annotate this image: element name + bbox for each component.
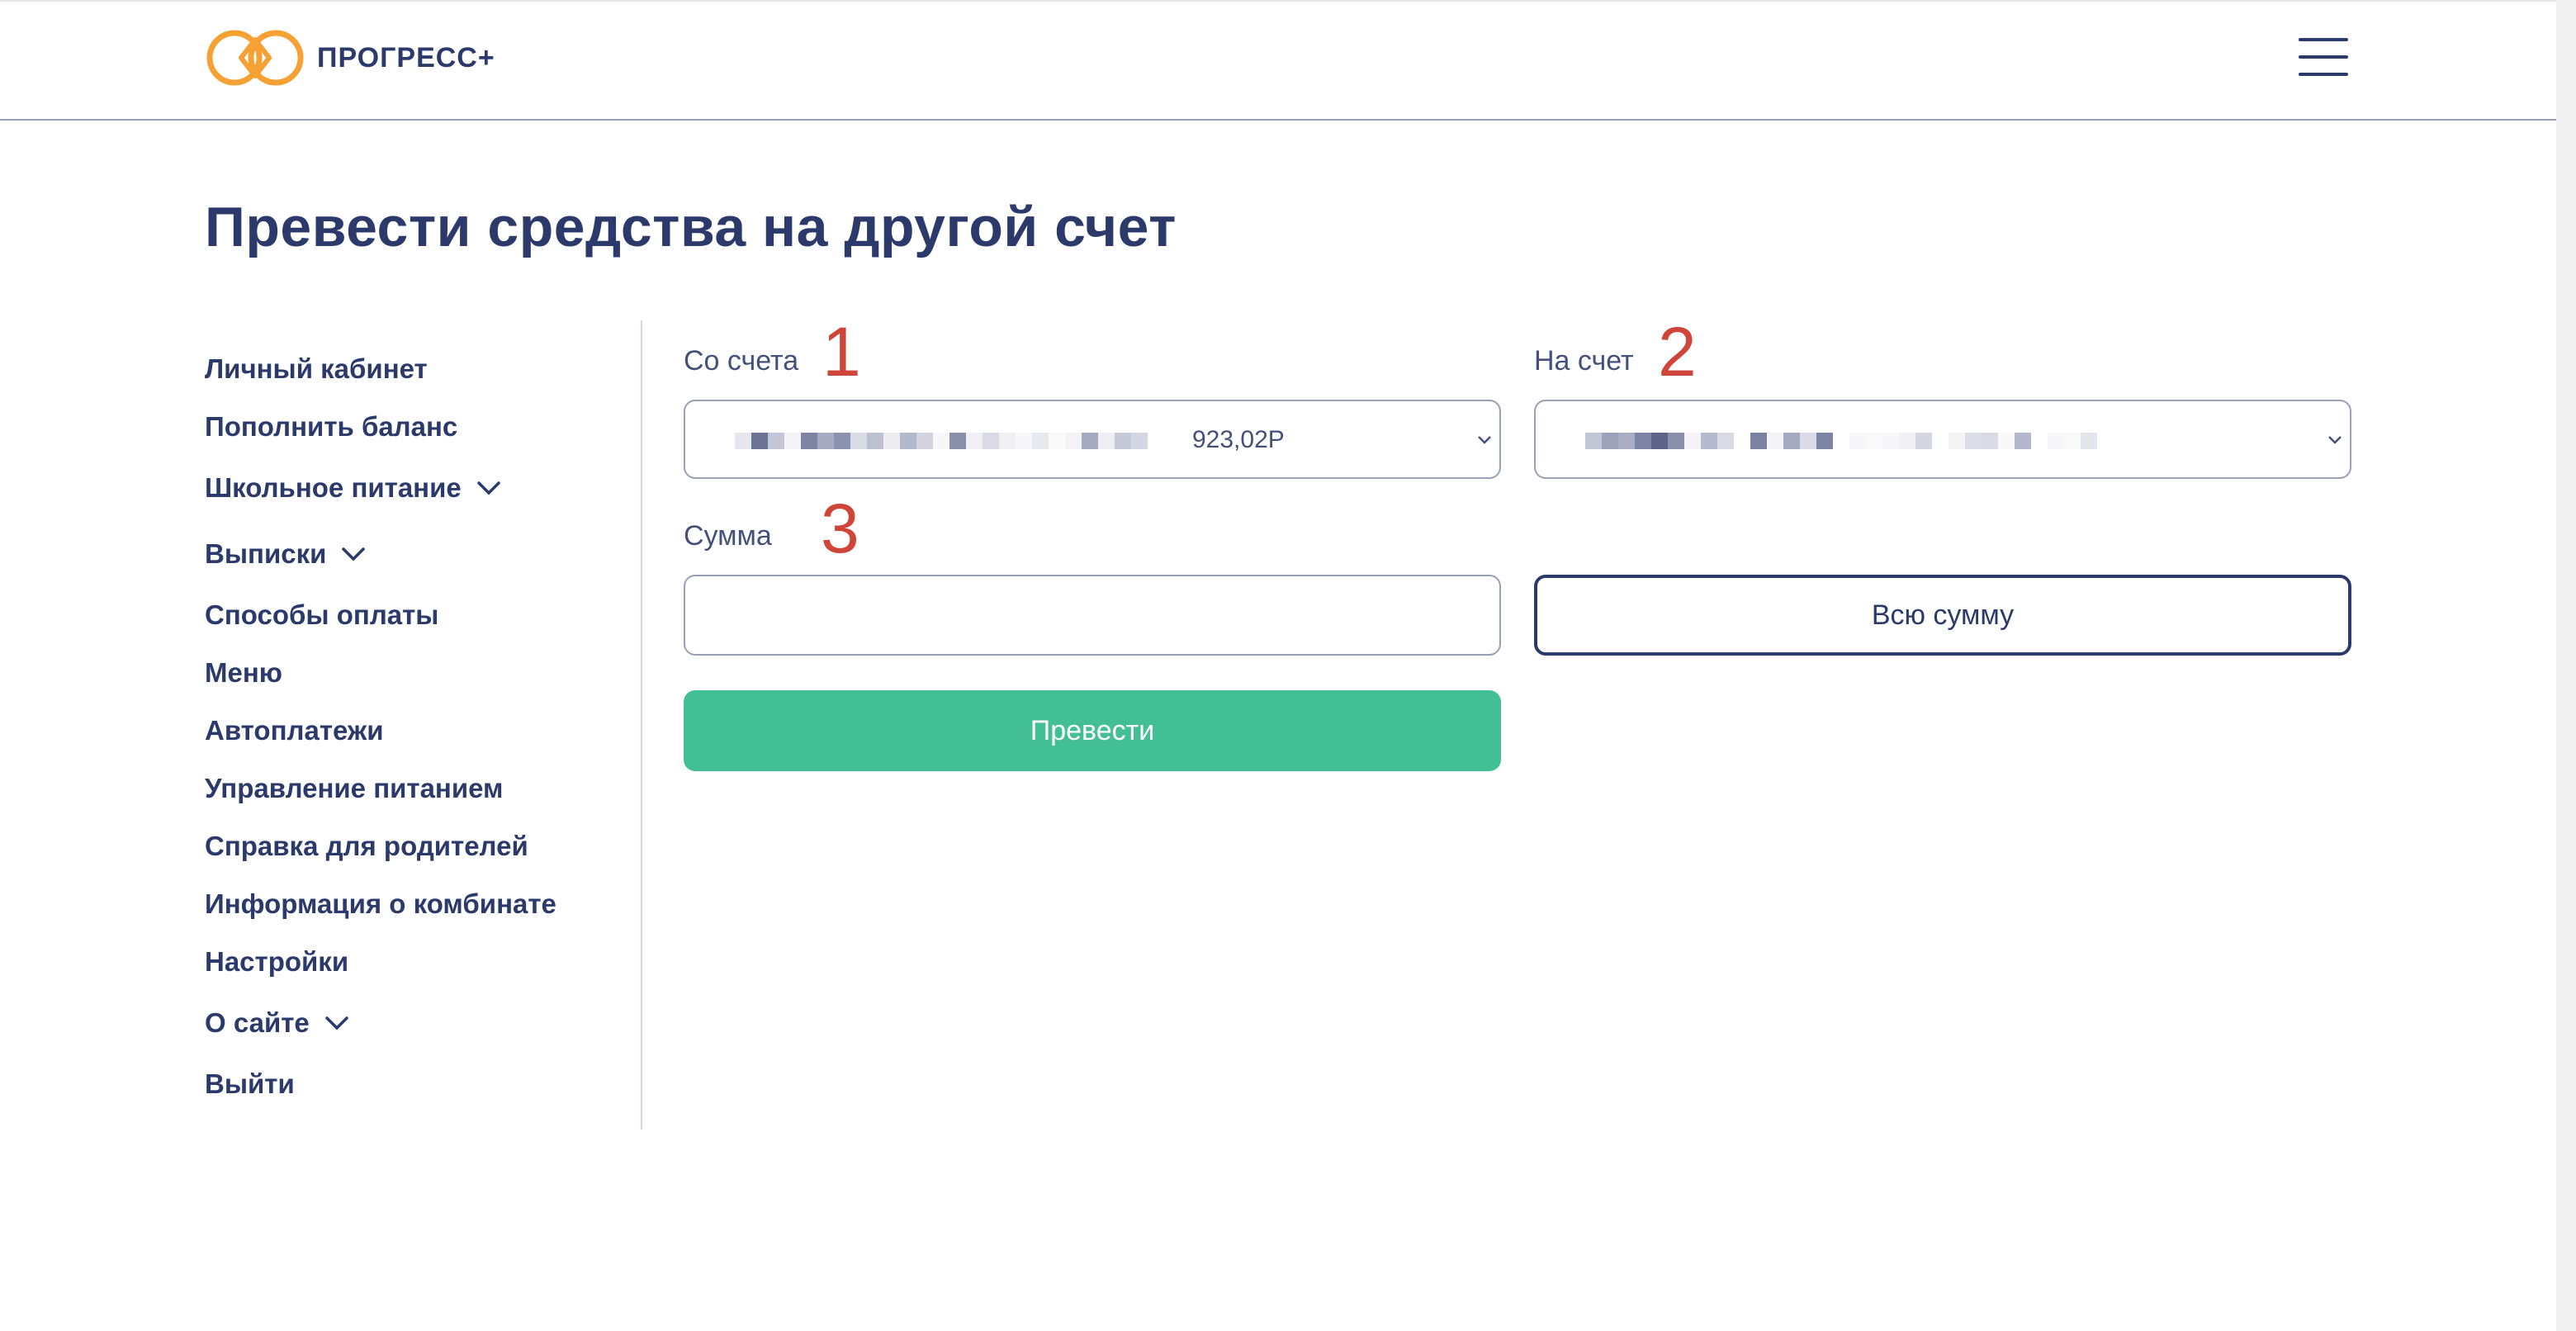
logo-rings-icon xyxy=(206,30,304,86)
transfer-submit-button[interactable]: Превести xyxy=(684,690,1501,771)
amount-label: Сумма xyxy=(684,520,772,552)
chevron-down-icon xyxy=(477,481,500,495)
from-account-label: Со счета xyxy=(684,345,799,377)
sidebar-divider xyxy=(641,320,642,1130)
sidebar-item-autopayments[interactable]: Автоплатежи xyxy=(205,712,618,750)
sidebar-item-label: Пополнить баланс xyxy=(205,411,458,442)
sidebar-item-statements[interactable]: Выписки xyxy=(205,535,618,573)
sidebar-item-label: Личный кабинет xyxy=(205,353,428,384)
hamburger-menu-icon[interactable] xyxy=(2299,36,2348,78)
sidebar-item-school-meals[interactable]: Школьное питание xyxy=(205,469,618,507)
sidebar-item-label: Выйти xyxy=(205,1068,295,1099)
page-title: Превести средства на другой счет xyxy=(205,196,1177,258)
marker-2: 2 xyxy=(1658,313,1697,391)
sidebar-item-meal-management[interactable]: Управление питанием xyxy=(205,770,618,808)
all-sum-button-label: Всю сумму xyxy=(1871,599,2015,631)
logo[interactable]: ПРОГРЕСС+ xyxy=(205,25,495,91)
sidebar-item-about[interactable]: О сайте xyxy=(205,1004,618,1042)
sidebar-item-top-up[interactable]: Пополнить баланс xyxy=(205,408,618,446)
sidebar-item-label: Справка для родителей xyxy=(205,831,528,861)
chevron-down-icon xyxy=(325,1016,348,1030)
sidebar-item-parents-help[interactable]: Справка для родителей xyxy=(205,827,618,865)
logo-text: ПРОГРЕСС+ xyxy=(317,41,495,73)
sidebar-item-account[interactable]: Личный кабинет xyxy=(205,350,618,388)
chevron-down-icon xyxy=(1478,436,1491,444)
sidebar-item-plant-info[interactable]: Информация о комбинате xyxy=(205,885,618,923)
sidebar-nav: Личный кабинет Пополнить баланс Школьное… xyxy=(205,347,618,1103)
all-sum-button[interactable]: Всю сумму xyxy=(1534,575,2351,656)
sidebar-item-label: Меню xyxy=(205,657,282,688)
masked-account-number xyxy=(1585,433,2097,449)
sidebar-item-settings[interactable]: Настройки xyxy=(205,943,618,981)
sidebar-item-logout[interactable]: Выйти xyxy=(205,1065,618,1103)
sidebar-item-menu[interactable]: Меню xyxy=(205,654,618,692)
marker-1: 1 xyxy=(822,313,861,391)
page: ПРОГРЕСС+ Превести средства на другой сч… xyxy=(0,0,2576,1331)
transfer-submit-label: Превести xyxy=(1030,714,1155,746)
marker-3: 3 xyxy=(821,490,859,567)
sidebar-item-label: Автоплатежи xyxy=(205,715,384,746)
to-account-label: На счет xyxy=(1534,345,1634,377)
sidebar-item-label: Способы оплаты xyxy=(205,599,439,630)
masked-account-number xyxy=(735,433,1148,449)
to-account-select[interactable] xyxy=(1534,400,2351,479)
chevron-down-icon xyxy=(342,547,366,561)
from-account-select[interactable]: 923,02Р xyxy=(684,400,1501,479)
chevron-down-icon xyxy=(2328,436,2342,444)
sidebar-item-label: Настройки xyxy=(205,946,349,977)
sidebar-item-payment-methods[interactable]: Способы оплаты xyxy=(205,596,618,634)
amount-input[interactable] xyxy=(684,575,1501,656)
sidebar-item-label: Выписки xyxy=(205,538,327,569)
scrollbar[interactable] xyxy=(2556,0,2576,1331)
sidebar-item-label: Школьное питание xyxy=(205,472,462,503)
sidebar-item-label: Управление питанием xyxy=(205,773,504,803)
from-account-balance: 923,02Р xyxy=(1192,426,1285,453)
sidebar-item-label: Информация о комбинате xyxy=(205,888,556,919)
sidebar-item-label: О сайте xyxy=(205,1007,310,1038)
site-header: ПРОГРЕСС+ xyxy=(0,0,2556,121)
